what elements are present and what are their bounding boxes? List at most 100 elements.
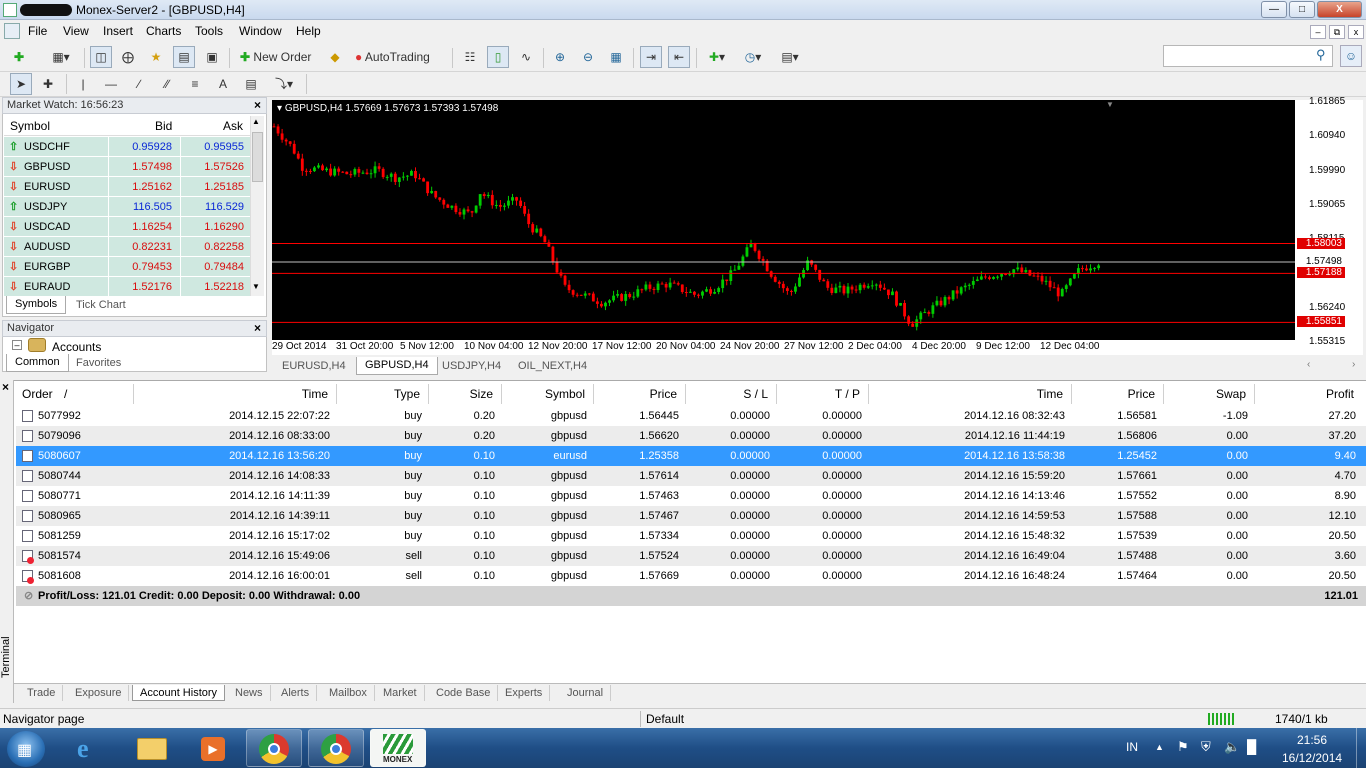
templates-icon[interactable]: ▤▾ bbox=[774, 46, 806, 68]
taskbar-monex[interactable]: MONEX bbox=[370, 729, 426, 767]
terminal-tab-trade[interactable]: Trade bbox=[20, 685, 64, 701]
equidistant-channel-icon[interactable]: ∕∕ bbox=[156, 73, 178, 95]
col-ask[interactable]: Ask bbox=[223, 119, 243, 133]
col-header-profit[interactable]: Profit bbox=[1254, 382, 1354, 406]
market-watch-close-icon[interactable]: × bbox=[254, 98, 261, 112]
terminal-tab-account-history[interactable]: Account History bbox=[132, 685, 226, 701]
strategy-tester-icon[interactable]: ▣ bbox=[201, 46, 223, 68]
market-watch-row[interactable]: ⇩ EURAUD 1.52176 1.52218 bbox=[4, 277, 250, 297]
community-icon[interactable]: ☺ bbox=[1340, 45, 1362, 67]
network-icon[interactable]: █ bbox=[1247, 739, 1256, 754]
scrollbar-thumb[interactable] bbox=[252, 132, 263, 182]
flag-icon[interactable]: ⚑ bbox=[1177, 739, 1189, 755]
tab-tick-chart[interactable]: Tick Chart bbox=[68, 297, 134, 315]
clock-date[interactable]: 16/12/2014 bbox=[1282, 751, 1342, 765]
crosshair-icon[interactable]: ✚ bbox=[37, 73, 59, 95]
search-input[interactable] bbox=[1163, 45, 1333, 67]
navigator-toggle-icon[interactable]: ★ bbox=[145, 46, 167, 68]
document-icon[interactable] bbox=[4, 23, 20, 39]
menu-file[interactable]: File bbox=[28, 24, 47, 38]
col-header-t-p[interactable]: T / P bbox=[776, 382, 860, 406]
terminal-toggle-icon[interactable]: ▤ bbox=[173, 46, 195, 68]
terminal-tab-experts[interactable]: Experts bbox=[498, 685, 551, 701]
cursor-icon[interactable]: ➤ bbox=[10, 73, 32, 95]
chart-tab-gbpusd-h4[interactable]: GBPUSD,H4 bbox=[356, 357, 438, 375]
tab-symbols[interactable]: Symbols bbox=[6, 296, 67, 314]
line-chart-icon[interactable]: ∿ bbox=[515, 46, 537, 68]
col-header-[interactable]: / bbox=[64, 382, 67, 406]
metaeditor-icon[interactable]: ◆ bbox=[324, 46, 346, 68]
mdi-restore-button[interactable]: ⧉ bbox=[1329, 25, 1345, 39]
market-watch-row[interactable]: ⇧ USDJPY 116.505 116.529 bbox=[4, 197, 250, 217]
tab-scroll-right-icon[interactable]: › bbox=[1352, 359, 1355, 370]
security-icon[interactable]: ⛨ bbox=[1201, 739, 1211, 755]
market-watch-row[interactable]: ⇩ EURUSD 1.25162 1.25185 bbox=[4, 177, 250, 197]
market-watch-toggle-icon[interactable]: ◫ bbox=[90, 46, 112, 68]
market-watch-row[interactable]: ⇩ EURGBP 0.79453 0.79484 bbox=[4, 257, 250, 277]
col-header-time[interactable]: Time bbox=[133, 382, 328, 406]
text-label-icon[interactable]: ▤ bbox=[240, 73, 262, 95]
col-header-time[interactable]: Time bbox=[868, 382, 1063, 406]
volume-icon[interactable]: 🔈 bbox=[1224, 739, 1240, 755]
horizontal-line-icon[interactable]: — bbox=[100, 73, 122, 95]
new-chart-icon[interactable]: ✚ bbox=[6, 46, 32, 68]
col-header-price[interactable]: Price bbox=[593, 382, 677, 406]
market-watch-row[interactable]: ⇩ USDCAD 1.16254 1.16290 bbox=[4, 217, 250, 237]
taskbar-media[interactable]: ▶ bbox=[184, 729, 240, 767]
auto-scroll-icon[interactable]: ⇥ bbox=[640, 46, 662, 68]
maximize-button[interactable]: □ bbox=[1289, 1, 1315, 18]
taskbar-chrome-1[interactable] bbox=[246, 729, 302, 767]
fibonacci-icon[interactable]: ≡ bbox=[184, 73, 206, 95]
col-header-s-l[interactable]: S / L bbox=[685, 382, 768, 406]
tab-favorites[interactable]: Favorites bbox=[68, 355, 129, 373]
market-watch-row[interactable]: ⇩ GBPUSD 1.57498 1.57526 bbox=[4, 157, 250, 177]
taskbar-ie[interactable]: e bbox=[64, 729, 120, 767]
col-header-type[interactable]: Type bbox=[336, 382, 420, 406]
tab-common[interactable]: Common bbox=[6, 354, 69, 372]
tree-collapse-icon[interactable]: – bbox=[12, 340, 22, 350]
mdi-minimize-button[interactable]: – bbox=[1310, 25, 1326, 39]
periods-icon[interactable]: ◷▾ bbox=[738, 46, 768, 68]
vertical-line-icon[interactable]: | bbox=[72, 73, 94, 95]
terminal-tab-journal[interactable]: Journal bbox=[560, 685, 612, 701]
zoom-out-icon[interactable]: ⊖ bbox=[577, 46, 599, 68]
scroll-up-icon[interactable]: ▲ bbox=[252, 117, 260, 126]
candlestick-icon[interactable]: ▯ bbox=[487, 46, 509, 68]
col-symbol[interactable]: Symbol bbox=[10, 119, 50, 133]
mdi-close-button[interactable]: x bbox=[1348, 25, 1364, 39]
col-header-price[interactable]: Price bbox=[1071, 382, 1155, 406]
taskbar-chrome-2[interactable] bbox=[308, 729, 364, 767]
col-header-swap[interactable]: Swap bbox=[1163, 382, 1246, 406]
start-button[interactable]: ▦ bbox=[7, 731, 45, 767]
language-indicator[interactable]: IN bbox=[1126, 740, 1138, 754]
market-watch-row[interactable]: ⇧ USDCHF 0.95928 0.95955 bbox=[4, 137, 250, 157]
menu-insert[interactable]: Insert bbox=[103, 24, 133, 38]
zoom-in-icon[interactable]: ⊕ bbox=[549, 46, 571, 68]
menu-help[interactable]: Help bbox=[296, 24, 321, 38]
taskbar-explorer[interactable] bbox=[124, 729, 180, 767]
search-icon[interactable]: ⚲ bbox=[1316, 47, 1326, 63]
col-bid[interactable]: Bid bbox=[155, 119, 172, 133]
menu-view[interactable]: View bbox=[63, 24, 89, 38]
scroll-down-icon[interactable]: ▼ bbox=[252, 282, 260, 291]
price-chart[interactable] bbox=[272, 100, 1295, 355]
chart-tab-usdjpy-h4[interactable]: USDJPY,H4 bbox=[434, 358, 509, 376]
col-header-order[interactable]: Order bbox=[22, 382, 53, 406]
terminal-tab-exposure[interactable]: Exposure bbox=[68, 685, 130, 701]
menu-tools[interactable]: Tools bbox=[195, 24, 223, 38]
terminal-tab-alerts[interactable]: Alerts bbox=[274, 685, 318, 701]
trendline-icon[interactable]: ∕ bbox=[128, 73, 150, 95]
col-header-size[interactable]: Size bbox=[428, 382, 493, 406]
market-watch-scrollbar[interactable]: ▲ ▼ bbox=[250, 116, 264, 296]
minimize-button[interactable]: — bbox=[1261, 1, 1287, 18]
chart-tab-eurusd-h4[interactable]: EURUSD,H4 bbox=[274, 358, 354, 376]
clock-time[interactable]: 21:56 bbox=[1297, 733, 1327, 747]
show-desktop-button[interactable] bbox=[1356, 728, 1366, 768]
menu-window[interactable]: Window bbox=[239, 24, 282, 38]
data-window-icon[interactable]: ⨁ bbox=[117, 46, 139, 68]
text-icon[interactable]: A bbox=[212, 73, 234, 95]
terminal-close-icon[interactable]: × bbox=[2, 380, 9, 394]
market-watch-row[interactable]: ⇩ AUDUSD 0.82231 0.82258 bbox=[4, 237, 250, 257]
terminal-tab-code-base[interactable]: Code Base bbox=[429, 685, 499, 701]
chart-collapse-icon[interactable]: ▾ bbox=[277, 103, 282, 114]
